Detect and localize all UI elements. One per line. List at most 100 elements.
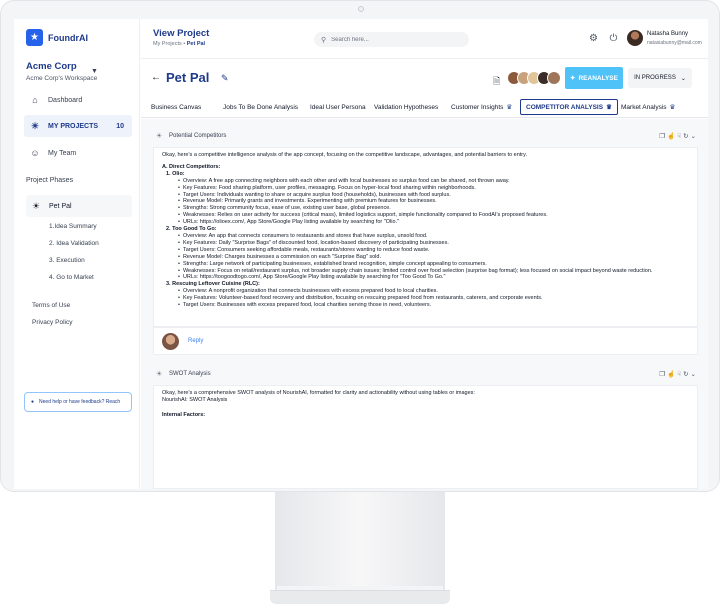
competitors-text: Okay, here's a competitive intelligence … [154, 148, 697, 313]
pencil-icon[interactable]: ✎ [221, 73, 229, 84]
workspace-switcher[interactable]: Acme Corp Acme Corp's Workspace [26, 61, 97, 82]
competitor-detail-line: URLs: https://toogoodtogo.com/, App Stor… [178, 274, 689, 281]
competitor-name: 3. Rescuing Leftover Cuisine (RLC): [166, 281, 260, 288]
breadcrumb-parent[interactable]: My Projects [153, 41, 182, 47]
swot-subtitle: NourishAI: SWOT Analysis [162, 396, 228, 403]
status-dropdown[interactable]: IN PROGRESS ⌄ [628, 68, 692, 88]
camera-dot [358, 6, 364, 12]
help-feedback-button[interactable]: ● Need help or have feedback? Reach [24, 392, 132, 412]
tab-market-analysis[interactable]: Market Analysis ♛ [621, 99, 675, 115]
project-phases-label: Project Phases [26, 177, 74, 184]
tab-customer-insights[interactable]: Customer Insights ♛ [451, 99, 512, 115]
reply-link[interactable]: Reply [188, 338, 203, 344]
monitor-frame: ★ FoundrAI Acme Corp Acme Corp's Workspa… [0, 0, 720, 492]
help-text: Need help or have feedback? Reach [39, 399, 121, 405]
nav-label: My Team [48, 149, 77, 157]
home-icon: ⌂ [32, 95, 38, 105]
nav-item-my-team[interactable]: ☺ My Team [24, 142, 132, 164]
workspace-name: Acme Corp [26, 61, 77, 72]
refresh-icon[interactable]: ↻ [683, 371, 690, 378]
phase-item-go-to-market[interactable]: 4. Go to Market [49, 274, 94, 281]
thumbs-up-icon[interactable]: ☝ [667, 133, 677, 140]
phase-item-idea-validation[interactable]: 2. Idea Validation [49, 240, 99, 247]
competitor-name: 2. Too Good To Go: [166, 226, 217, 233]
competitor-detail-line: Weaknesses: Relies on user activity for … [178, 212, 689, 219]
breadcrumb-separator: • [183, 41, 186, 47]
tab-business-canvas[interactable]: Business Canvas [151, 99, 201, 115]
workspace-subtitle: Acme Corp's Workspace [26, 75, 98, 82]
privacy-link[interactable]: Privacy Policy [32, 319, 72, 326]
caret-down-icon[interactable]: ▼ [91, 68, 98, 75]
analysis-tabs: Business Canvas Jobs To Be Done Analysis… [141, 99, 708, 117]
document-icon[interactable]: 🗎 [493, 74, 500, 90]
crown-icon: ♛ [506, 104, 513, 111]
tabs-divider [141, 117, 708, 118]
competitors-card-header: ☀ Potential Competitors ❐☝☟↻⌄ [141, 129, 708, 145]
projects-count: 10 [116, 122, 124, 130]
tab-label: Business Canvas [151, 103, 202, 111]
terms-link[interactable]: Terms of Use [32, 302, 70, 309]
reanalyse-button[interactable]: ✦ REANALYSE [565, 67, 623, 89]
user-avatar[interactable] [627, 30, 643, 46]
swot-card: Okay, here's a comprehensive SWOT analys… [153, 385, 698, 489]
tab-ideal-user-persona[interactable]: Ideal User Persona [310, 99, 366, 115]
phase-project-item[interactable]: ☀ Pet Pal [26, 195, 132, 217]
chevron-down-icon[interactable]: ⌄ [691, 371, 698, 378]
copy-icon[interactable]: ❐ [659, 133, 667, 140]
team-avatars[interactable] [507, 71, 561, 85]
team-icon: ☺ [30, 148, 40, 158]
search-input[interactable] [331, 36, 452, 43]
swot-text: Okay, here's a comprehensive SWOT analys… [154, 386, 697, 423]
bulb-icon: ☀ [30, 120, 40, 131]
copy-icon[interactable]: ❐ [659, 371, 667, 378]
phase-item-execution[interactable]: 3. Execution [49, 257, 85, 264]
monitor-stand [275, 492, 445, 592]
nav-label: Dashboard [48, 96, 83, 104]
tab-label: Validation Hypotheses [374, 103, 439, 111]
gear-icon[interactable]: ⚙ [588, 33, 599, 44]
competitors-title: Potential Competitors [169, 133, 227, 139]
card-actions: ❐☝☟↻⌄ [659, 370, 698, 378]
tab-validation-hypotheses[interactable]: Validation Hypotheses [374, 99, 438, 115]
bulb-icon: ☀ [31, 200, 41, 211]
power-icon[interactable]: ⏻ [608, 33, 619, 44]
nav-item-dashboard[interactable]: ⌂ Dashboard [24, 89, 132, 111]
reanalyse-label: REANALYSE [578, 74, 618, 82]
thumbs-up-icon[interactable]: ☝ [667, 371, 677, 378]
swot-intro: Okay, here's a comprehensive SWOT analys… [162, 390, 475, 396]
brand[interactable]: ★ FoundrAI [26, 29, 88, 46]
project-name: Pet Pal [166, 70, 210, 85]
competitor-details: Overview: A free app connecting neighbor… [162, 178, 689, 226]
user-email: natasiabunny@mail.com [647, 40, 702, 46]
top-bar: View Project My Projects • Pet Pal ⚲ ⚙ ⏻… [141, 19, 708, 59]
tab-competitor-analysis[interactable]: COMPETITOR ANALYSIS ♛ [520, 99, 618, 115]
competitor-detail-line: Weaknesses: Focus on retail/restaurant s… [178, 268, 689, 275]
refresh-icon[interactable]: ↻ [683, 133, 690, 140]
competitor-detail-line: Overview: A free app connecting neighbor… [178, 178, 689, 185]
phase-item-idea-summary[interactable]: 1.Idea Summary [49, 223, 97, 230]
user-name: Natasha Bunny [647, 31, 689, 37]
tab-label: Customer Insights [451, 103, 504, 111]
competitor-detail-line: URLs: https://olioex.com/, App Store/Goo… [178, 219, 689, 226]
swot-heading: Internal Factors: [162, 411, 206, 418]
competitor-detail-line: Revenue Model: Charges businesses a comm… [178, 254, 689, 261]
swot-title: SWOT Analysis [169, 371, 211, 377]
tab-label: Ideal User Persona [310, 103, 366, 111]
tab-jobs-to-be-done[interactable]: Jobs To Be Done Analysis [223, 99, 298, 115]
competitors-heading: A. Direct Competitors: [162, 163, 221, 170]
competitor-detail-line: Key Features: Daily "Surprise Bags" of d… [178, 240, 689, 247]
competitor-detail-line: Overview: An app that connects consumers… [178, 233, 689, 240]
competitor-details: Overview: A nonprofit organization that … [162, 288, 689, 309]
sidebar: ★ FoundrAI Acme Corp Acme Corp's Workspa… [14, 19, 140, 489]
competitor-detail-line: Target Users: Businesses with excess pre… [178, 302, 689, 309]
competitor-detail-line: Strengths: Strong community focus, ease … [178, 205, 689, 212]
competitor-detail-line: Revenue Model: Primarily grants and inve… [178, 198, 689, 205]
search-box[interactable]: ⚲ [314, 32, 469, 47]
team-avatar [547, 71, 561, 85]
competitor-detail-line: Target Users: Consumers seeking affordab… [178, 247, 689, 254]
brand-logo-icon: ★ [26, 29, 43, 46]
bulb-icon: ☀ [156, 371, 163, 378]
nav-item-my-projects[interactable]: ☀ MY PROJECTS 10 [24, 115, 132, 137]
back-arrow-icon[interactable]: ← [151, 72, 161, 83]
chevron-down-icon[interactable]: ⌄ [691, 133, 698, 140]
